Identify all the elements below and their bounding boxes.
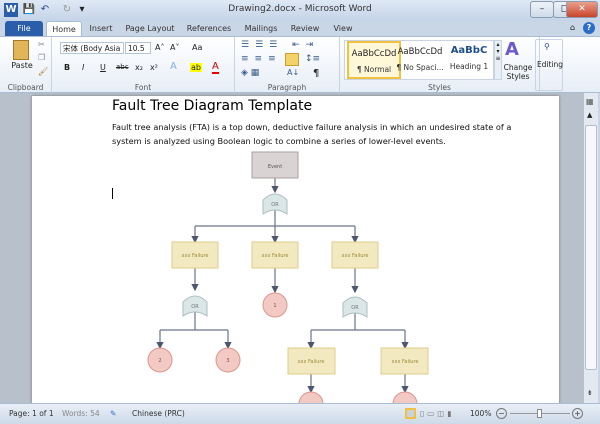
subscript-button[interactable]: x₂ bbox=[135, 63, 143, 72]
sort-button[interactable]: A↓ bbox=[287, 68, 299, 77]
vertical-scrollbar[interactable]: ▦ ▲ ⇟ bbox=[583, 93, 598, 403]
tab-file[interactable]: File bbox=[5, 21, 43, 37]
basic-event-label: 1 bbox=[273, 303, 276, 309]
or-gate-label: OR bbox=[351, 305, 359, 311]
fault-tree-diagram: Event OR OR OR xxx Failure xxx Failure x… bbox=[147, 151, 429, 403]
failure-label: xxx Failure bbox=[262, 253, 289, 259]
shrink-font-button[interactable]: A˅ bbox=[170, 43, 179, 52]
ribbon-tabs: File Home Insert Page Layout References … bbox=[0, 21, 600, 37]
print-layout-view-icon[interactable] bbox=[405, 408, 416, 419]
styles-label: Styles bbox=[428, 83, 451, 92]
clipboard-group: Paste ✂ ❐ 🖌 Clipboard bbox=[0, 37, 52, 93]
tab-insert[interactable]: Insert bbox=[86, 21, 116, 37]
or-gate-label: OR bbox=[191, 304, 199, 310]
zoom-out-button[interactable]: − bbox=[496, 408, 507, 419]
style-preview: AaBbC bbox=[450, 45, 488, 56]
tab-page-layout[interactable]: Page Layout bbox=[124, 21, 176, 37]
superscript-button[interactable]: x² bbox=[150, 63, 158, 72]
tab-mailings[interactable]: Mailings bbox=[241, 21, 281, 37]
paste-icon bbox=[13, 40, 29, 60]
ruler-toggle-icon[interactable]: ▦ bbox=[586, 97, 594, 106]
change-case-button[interactable]: Aa bbox=[192, 43, 202, 52]
cut-icon[interactable]: ✂ bbox=[38, 40, 45, 49]
page[interactable]: Fault Tree Diagram Template Fault tree a… bbox=[32, 96, 559, 403]
tab-review[interactable]: Review bbox=[288, 21, 322, 37]
format-painter-icon[interactable]: 🖌 bbox=[38, 67, 48, 76]
font-label: Font bbox=[134, 83, 152, 92]
status-bar: Page: 1 of 1 Words: 54 ✎ Chinese (PRC) ▯… bbox=[0, 403, 600, 424]
paragraph-group: ☰☰☰ ⇤⇥ ≡≡≡ ↕≡ ◈ ▦ A↓ ¶ Paragraph bbox=[235, 37, 340, 93]
paragraph-label: Paragraph bbox=[267, 83, 307, 92]
style-name: ¶ Normal bbox=[356, 65, 392, 74]
document-area: Fault Tree Diagram Template Fault tree a… bbox=[0, 93, 583, 403]
italic-button[interactable]: I bbox=[82, 63, 84, 72]
basic-event-label: 2 bbox=[158, 358, 161, 364]
bold-button[interactable]: B bbox=[64, 63, 70, 72]
failure-label: xxx Failure bbox=[392, 359, 419, 365]
event-box: Event bbox=[251, 151, 299, 179]
view-mode-icons[interactable]: ▯▭◫▮ bbox=[420, 408, 454, 420]
grow-font-button[interactable]: A˄ bbox=[155, 43, 164, 52]
word-count[interactable]: Words: 54 bbox=[62, 408, 100, 420]
title-bar: W 💾 ↶ ↻ ▾ Drawing2.docx - Microsoft Word… bbox=[0, 0, 600, 21]
style-preview: AaBbCcDd bbox=[397, 47, 443, 57]
text-effects-button[interactable]: A bbox=[170, 61, 177, 72]
font-size-select[interactable]: 10.5 bbox=[125, 42, 151, 54]
justify-button[interactable] bbox=[285, 53, 299, 66]
highlight-button[interactable]: ab bbox=[190, 63, 202, 72]
underline-button[interactable]: U bbox=[100, 63, 106, 72]
change-styles-button[interactable]: Change Styles bbox=[500, 63, 536, 81]
minimize-ribbon-icon[interactable]: ⌂ bbox=[570, 23, 575, 32]
scroll-thumb[interactable] bbox=[585, 125, 597, 370]
shading-icon[interactable]: ◈ ▦ bbox=[241, 68, 259, 78]
style-no-spacing[interactable]: AaBbCcDd ¶ No Spaci... bbox=[393, 41, 447, 79]
line-spacing-icon[interactable]: ↕≡ bbox=[305, 54, 320, 64]
font-name-select[interactable]: 宋体 (Body Asia bbox=[60, 42, 124, 54]
editing-button[interactable]: ⚲ Editing bbox=[535, 39, 563, 91]
tab-view[interactable]: View bbox=[330, 21, 356, 37]
failure-label: xxx Failure bbox=[182, 253, 209, 259]
list-buttons[interactable]: ☰☰☰ ⇤⇥ bbox=[241, 40, 319, 50]
language[interactable]: Chinese (PRC) bbox=[132, 408, 185, 420]
binoculars-icon: ⚲ bbox=[544, 42, 550, 51]
style-name: Heading 1 bbox=[449, 62, 489, 71]
ribbon: Paste ✂ ❐ 🖌 Clipboard 宋体 (Body Asia 10.5… bbox=[0, 36, 600, 93]
failure-label: xxx Failure bbox=[342, 253, 369, 259]
scroll-up-arrow[interactable]: ▲ bbox=[587, 111, 592, 119]
strikethrough-button[interactable]: abc bbox=[116, 63, 129, 71]
zoom-level[interactable]: 100% bbox=[470, 408, 491, 420]
minimize-button[interactable]: – bbox=[530, 1, 554, 18]
font-group: 宋体 (Body Asia 10.5 A˄ A˅ Aa B I U abc x₂… bbox=[52, 37, 235, 93]
style-heading-1[interactable]: AaBbC Heading 1 bbox=[442, 41, 496, 79]
failure-label: xxx Failure bbox=[298, 359, 325, 365]
zoom-slider-thumb[interactable] bbox=[537, 409, 542, 418]
show-marks-button[interactable]: ¶ bbox=[313, 68, 319, 79]
clipboard-label: Clipboard bbox=[7, 83, 44, 92]
proofing-icon[interactable]: ✎ bbox=[110, 408, 116, 420]
style-preview: AaBbCcDd bbox=[351, 49, 397, 59]
styles-group: AaBbCcDd ¶ Normal AaBbCcDd ¶ No Spaci... A… bbox=[340, 37, 540, 93]
basic-event-label: 3 bbox=[226, 358, 229, 364]
close-button[interactable]: ✕ bbox=[566, 1, 598, 18]
tab-home[interactable]: Home bbox=[46, 21, 82, 37]
page-count[interactable]: Page: 1 of 1 bbox=[9, 408, 54, 420]
font-color-button[interactable]: A bbox=[212, 61, 219, 74]
zoom-in-button[interactable]: + bbox=[572, 408, 583, 419]
tab-references[interactable]: References bbox=[184, 21, 234, 37]
editing-label: Editing bbox=[536, 60, 564, 69]
or-gate-label: OR bbox=[271, 202, 279, 208]
help-icon[interactable]: ? bbox=[583, 22, 595, 34]
paste-button[interactable]: Paste bbox=[8, 61, 36, 70]
window-title: Drawing2.docx - Microsoft Word bbox=[228, 4, 372, 14]
change-styles-icon: A bbox=[505, 39, 519, 60]
next-page-icon[interactable]: ⇟ bbox=[587, 389, 593, 397]
style-name: ¶ No Spaci... bbox=[396, 63, 444, 72]
copy-icon[interactable]: ❐ bbox=[38, 53, 45, 62]
event-label: Event bbox=[268, 164, 282, 170]
alignment-buttons[interactable]: ≡≡≡ bbox=[241, 54, 282, 64]
